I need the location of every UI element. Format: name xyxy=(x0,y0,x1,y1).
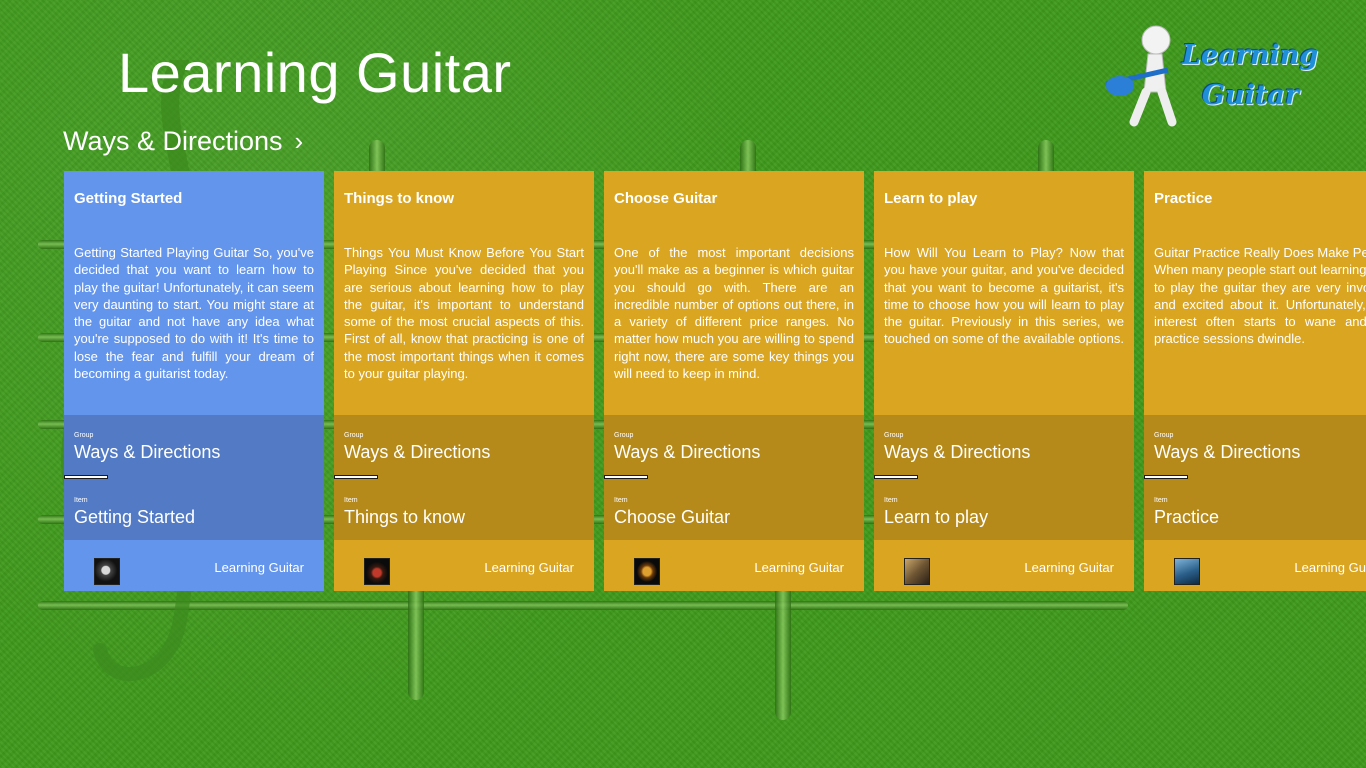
card-item-band: Item Practice xyxy=(1144,480,1366,540)
item-name: Things to know xyxy=(344,507,466,527)
guitar-thumbnail-icon xyxy=(634,558,660,585)
logo-text-line2: Guitar xyxy=(1202,80,1300,111)
item-card-learn-to-play[interactable]: Learn to play How Will You Learn to Play… xyxy=(874,171,1134,591)
card-group-band: Group Ways & Directions xyxy=(1144,415,1366,475)
group-name: Ways & Directions xyxy=(884,442,1031,462)
card-item-band: Item Things to know xyxy=(334,480,594,540)
card-item-band: Item Learn to play xyxy=(874,480,1134,540)
progress-fill xyxy=(64,475,109,479)
card-title: Learn to play xyxy=(884,190,978,207)
card-footer-label: Learning Guitar xyxy=(754,560,844,575)
card-footer-label: Learning Guitar xyxy=(1294,560,1366,575)
guitar-thumbnail-icon xyxy=(1174,558,1200,585)
card-footer-label: Learning Guitar xyxy=(1024,560,1114,575)
group-label: Group xyxy=(614,432,634,439)
item-card-practice[interactable]: Practice Guitar Practice Really Does Mak… xyxy=(1144,171,1366,591)
card-title: Getting Started xyxy=(74,190,183,207)
group-label: Group xyxy=(884,432,904,439)
card-title: Choose Guitar xyxy=(614,190,718,207)
card-description: How Will You Learn to Play? Now that you… xyxy=(884,245,1124,347)
card-title: Things to know xyxy=(344,190,454,207)
card-footer-label: Learning Guitar xyxy=(214,560,304,575)
group-label: Group xyxy=(74,432,94,439)
card-group-band: Group Ways & Directions xyxy=(64,415,324,475)
card-description: Things You Must Know Before You Start Pl… xyxy=(344,245,584,382)
card-group-band: Group Ways & Directions xyxy=(604,415,864,475)
item-label: Item xyxy=(74,497,88,504)
card-item-band: Item Getting Started xyxy=(64,480,324,540)
card-group-band: Group Ways & Directions xyxy=(874,415,1134,475)
logo-text-line1: Learning xyxy=(1182,40,1319,71)
item-card-getting-started[interactable]: Getting Started Getting Started Playing … xyxy=(64,171,324,591)
guitar-thumbnail-icon xyxy=(904,558,930,585)
item-name: Practice xyxy=(1154,507,1220,527)
card-group-band: Group Ways & Directions xyxy=(334,415,594,475)
group-name: Ways & Directions xyxy=(614,442,761,462)
progress-fill xyxy=(1144,475,1189,479)
item-name: Getting Started xyxy=(74,507,196,527)
page-title: Learning Guitar xyxy=(118,41,512,104)
item-label: Item xyxy=(884,497,898,504)
guitar-thumbnail-icon xyxy=(94,558,120,585)
item-card-things-to-know[interactable]: Things to know Things You Must Know Befo… xyxy=(334,171,594,591)
group-name: Ways & Directions xyxy=(74,442,221,462)
progress-fill xyxy=(874,475,919,479)
app-logo: Learning Guitar xyxy=(1098,22,1318,128)
progress-fill xyxy=(334,475,379,479)
item-label: Item xyxy=(614,497,628,504)
item-name: Learn to play xyxy=(884,507,989,527)
card-description: Getting Started Playing Guitar So, you'v… xyxy=(74,245,314,382)
guitar-thumbnail-icon xyxy=(364,558,390,585)
card-footer-label: Learning Guitar xyxy=(484,560,574,575)
card-item-band: Item Choose Guitar xyxy=(604,480,864,540)
group-label: Group xyxy=(344,432,364,439)
item-label: Item xyxy=(344,497,358,504)
item-name: Choose Guitar xyxy=(614,507,731,527)
card-title: Practice xyxy=(1154,190,1213,207)
guitarist-figure-icon xyxy=(1105,25,1177,127)
items-grid: Getting Started Getting Started Playing … xyxy=(64,171,1366,591)
group-name: Ways & Directions xyxy=(344,442,491,462)
item-card-choose-guitar[interactable]: Choose Guitar One of the most important … xyxy=(604,171,864,591)
group-label: Group xyxy=(1154,432,1174,439)
progress-fill xyxy=(604,475,649,479)
card-description: One of the most important decisions you'… xyxy=(614,245,854,382)
item-label: Item xyxy=(1154,497,1168,504)
group-name: Ways & Directions xyxy=(1154,442,1301,462)
group-header-link[interactable]: Ways & Directions › xyxy=(63,126,303,157)
chevron-right-icon: › xyxy=(294,126,304,156)
group-header-title: Ways & Directions xyxy=(63,126,283,156)
card-description: Guitar Practice Really Does Make Perfect… xyxy=(1154,245,1366,347)
